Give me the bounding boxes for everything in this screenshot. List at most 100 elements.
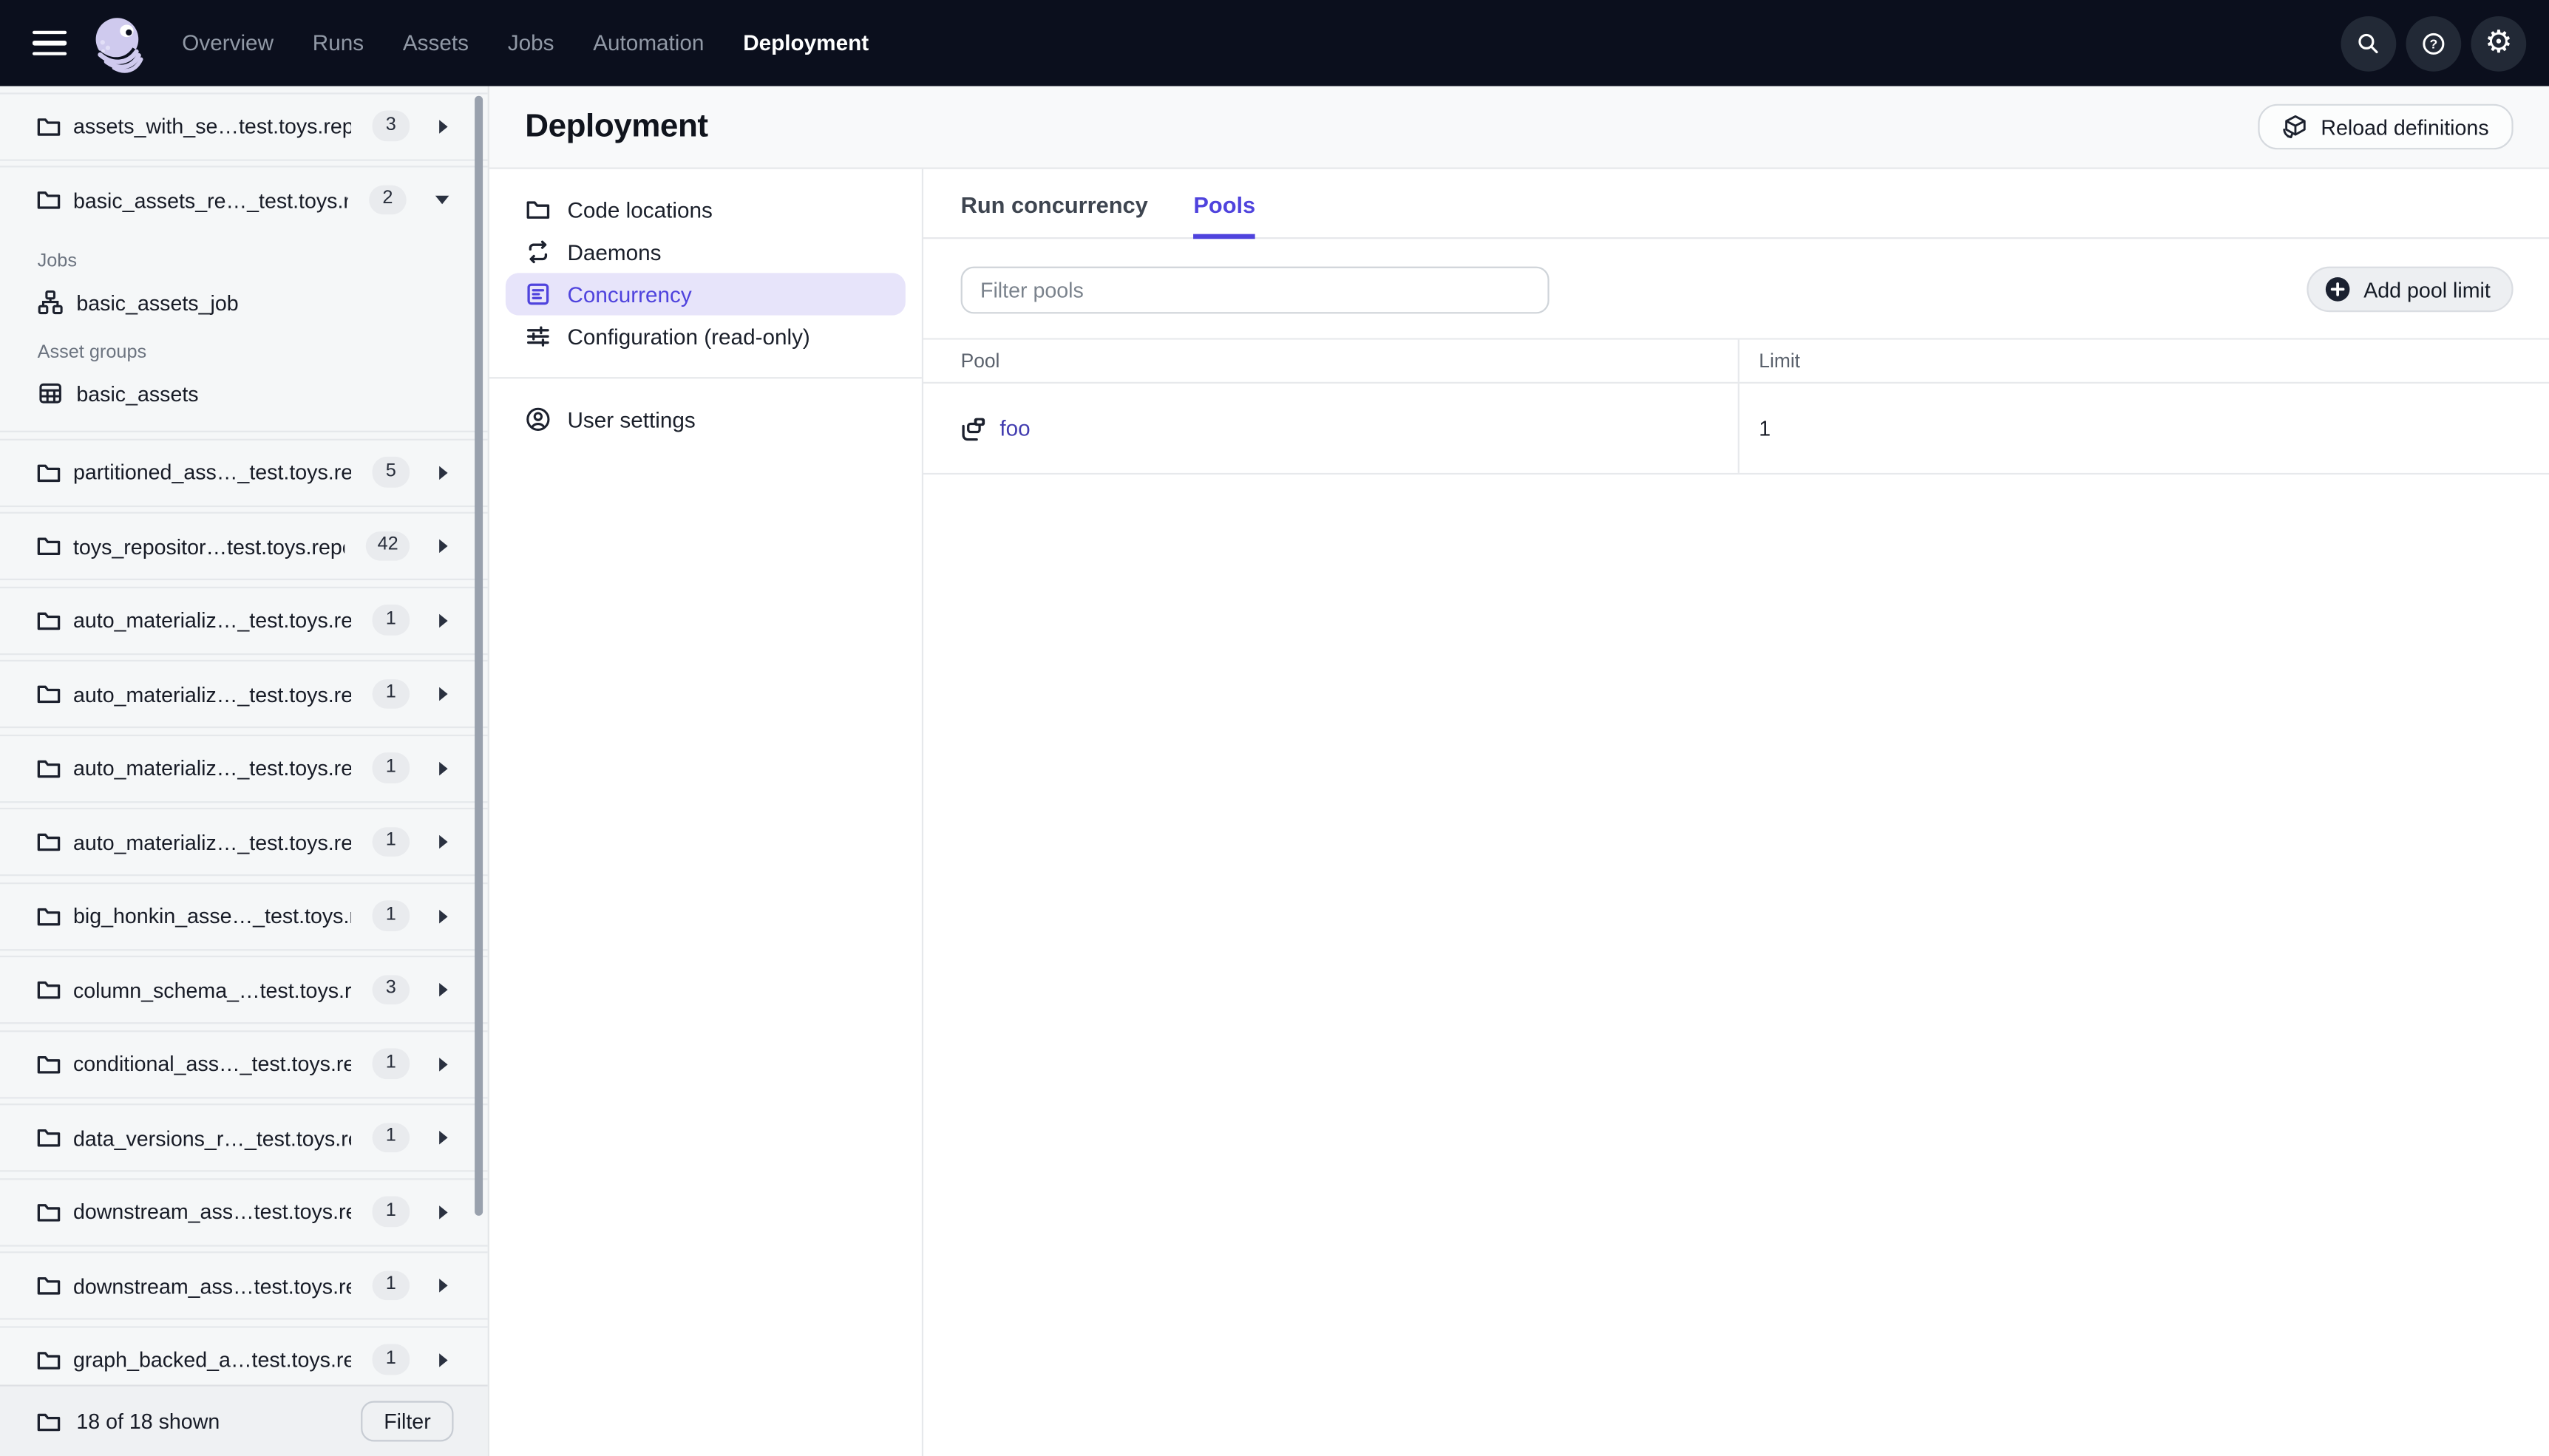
chevron-right-icon[interactable]: [438, 908, 451, 924]
repo-name: column_schema_…test.toys.rep: [72, 977, 351, 1002]
chevron-right-icon[interactable]: [438, 686, 451, 702]
nav-link-assets[interactable]: Assets: [403, 31, 469, 55]
help-button[interactable]: ?: [2406, 15, 2462, 71]
pool-link[interactable]: foo: [999, 416, 1030, 440]
repo-row[interactable]: column_schema_…test.toys.rep 3: [0, 956, 488, 1024]
repo-row[interactable]: auto_materializ…_test.toys.repo 1: [0, 659, 488, 729]
sidebar-filter-button[interactable]: Filter: [361, 1401, 454, 1442]
user-icon: [526, 407, 550, 431]
chevron-right-icon[interactable]: [438, 1055, 451, 1072]
repo-group-expanded: basic_assets_re…_test.toys.rep 2 Jobs ba…: [0, 166, 488, 432]
add-pool-limit-button[interactable]: Add pool limit: [2307, 266, 2514, 313]
chevron-down-icon[interactable]: [434, 194, 450, 207]
job-item[interactable]: basic_assets_job: [0, 281, 488, 323]
nav-item-label: Concurrency: [567, 282, 692, 307]
repo-sidebar: assets_with_se…test.toys.repo 3 basic_as…: [0, 86, 489, 1456]
repo-count-badge: 1: [372, 752, 410, 783]
repo-row[interactable]: auto_materializ…_test.toys.repo 1: [0, 807, 488, 877]
repo-row[interactable]: partitioned_ass…_test.toys.rep 5: [0, 438, 488, 506]
chevron-right-icon[interactable]: [438, 612, 451, 628]
folder-icon: [37, 685, 61, 704]
asset-groups-section-header: Asset groups: [37, 342, 147, 363]
tab-run-concurrency[interactable]: Run concurrency: [961, 191, 1148, 237]
repo-row[interactable]: basic_assets_re…_test.toys.rep 2: [0, 167, 488, 232]
menu-icon[interactable]: [32, 30, 67, 56]
repo-row[interactable]: downstream_ass…test.toys.rep 1: [0, 1251, 488, 1320]
help-icon: ?: [2423, 32, 2445, 54]
chevron-right-icon[interactable]: [438, 118, 451, 134]
dagster-app: Overview Runs Assets Jobs Automation Dep…: [0, 0, 2549, 1456]
nav-link-runs[interactable]: Runs: [313, 31, 364, 55]
filter-pools-input[interactable]: [960, 266, 1550, 314]
pool-stack-icon: [962, 417, 985, 440]
dagster-logo[interactable]: [88, 12, 150, 74]
tab-pools[interactable]: Pools: [1193, 191, 1256, 239]
nav-item-label: Daemons: [567, 239, 662, 265]
pool-table-row: foo 1: [923, 383, 2549, 475]
column-header-limit: Limit: [1759, 349, 1801, 372]
svg-text:?: ?: [2429, 36, 2437, 51]
sidebar-footer: 18 of 18 shown Filter: [0, 1384, 488, 1456]
chevron-right-icon[interactable]: [438, 464, 451, 480]
add-pool-limit-label: Add pool limit: [2363, 276, 2491, 302]
folder-icon: [37, 759, 61, 778]
nav-link-automation[interactable]: Automation: [593, 31, 704, 55]
repo-row[interactable]: graph_backed_a…test.toys.repo 1: [0, 1325, 488, 1392]
nav-item-user-settings[interactable]: User settings: [489, 398, 922, 440]
repo-count-badge: 3: [372, 110, 410, 142]
repo-row[interactable]: conditional_ass…_test.toys.repo 1: [0, 1030, 488, 1098]
sidebar-scrollbar-thumb[interactable]: [475, 95, 483, 1216]
folder-icon: [37, 118, 61, 135]
main-area: Deployment Reload definitions Code locat…: [489, 86, 2549, 1456]
concurrency-list-icon: [527, 283, 549, 305]
repo-name: conditional_ass…_test.toys.repo: [72, 1051, 351, 1076]
nav-item-concurrency[interactable]: Concurrency: [505, 273, 906, 316]
repo-name: toys_repositor…test.toys.repo: [72, 534, 345, 559]
nav-link-deployment[interactable]: Deployment: [743, 31, 869, 55]
chevron-right-icon[interactable]: [438, 834, 451, 850]
repo-name: partitioned_ass…_test.toys.rep: [72, 460, 351, 485]
repo-count-badge: 1: [372, 605, 410, 636]
nav-divider: [489, 377, 922, 379]
asset-group-grid-icon: [39, 383, 61, 404]
chevron-right-icon[interactable]: [438, 538, 451, 554]
chevron-right-icon[interactable]: [438, 1129, 451, 1146]
pools-toolbar: Add pool limit: [923, 239, 2549, 314]
chevron-right-icon[interactable]: [438, 1351, 451, 1367]
repo-row[interactable]: assets_with_se…test.toys.repo 3: [0, 92, 488, 160]
nav-link-jobs[interactable]: Jobs: [508, 31, 554, 55]
nav-item-code-locations[interactable]: Code locations: [489, 188, 922, 231]
search-button[interactable]: [2341, 15, 2397, 71]
asset-group-item[interactable]: basic_assets: [0, 372, 488, 415]
nav-item-daemons[interactable]: Daemons: [489, 231, 922, 273]
nav-item-configuration[interactable]: Configuration (read-only): [489, 316, 922, 358]
repo-row[interactable]: data_versions_r…_test.toys.rep 1: [0, 1103, 488, 1172]
repo-row[interactable]: downstream_ass…test.toys.rep 1: [0, 1177, 488, 1246]
settings-button[interactable]: ⚙: [2471, 15, 2527, 71]
chevron-right-icon[interactable]: [438, 760, 451, 776]
repo-count-badge: 1: [372, 900, 410, 931]
folder-icon: [37, 1277, 61, 1295]
pools-table-header: Pool Limit: [923, 339, 2549, 384]
chevron-right-icon[interactable]: [438, 1277, 451, 1293]
repo-row[interactable]: big_honkin_asse…_test.toys.rep 1: [0, 881, 488, 950]
folder-icon: [37, 907, 61, 925]
repo-count-badge: 1: [372, 826, 410, 857]
chevron-right-icon[interactable]: [438, 1203, 451, 1219]
pool-limit-value: 1: [1759, 415, 1771, 440]
top-nav: Overview Runs Assets Jobs Automation Dep…: [0, 0, 2549, 86]
reload-definitions-label: Reload definitions: [2321, 115, 2489, 140]
nav-item-label: Code locations: [567, 197, 713, 222]
repo-row[interactable]: auto_materializ…_test.toys.repo 1: [0, 733, 488, 803]
folder-icon: [37, 833, 61, 851]
reload-definitions-button[interactable]: Reload definitions: [2257, 103, 2514, 150]
repo-count-badge: 5: [372, 457, 410, 488]
repo-count-badge: 1: [372, 1122, 410, 1153]
folder-icon: [37, 463, 61, 482]
repo-row[interactable]: auto_materializ…_test.toys.repo 1: [0, 585, 488, 655]
folder-icon: [37, 981, 61, 999]
nav-link-overview[interactable]: Overview: [182, 31, 274, 55]
repo-name: data_versions_r…_test.toys.rep: [72, 1125, 351, 1150]
chevron-right-icon[interactable]: [438, 982, 451, 998]
repo-row[interactable]: toys_repositor…test.toys.repo 42: [0, 511, 488, 581]
